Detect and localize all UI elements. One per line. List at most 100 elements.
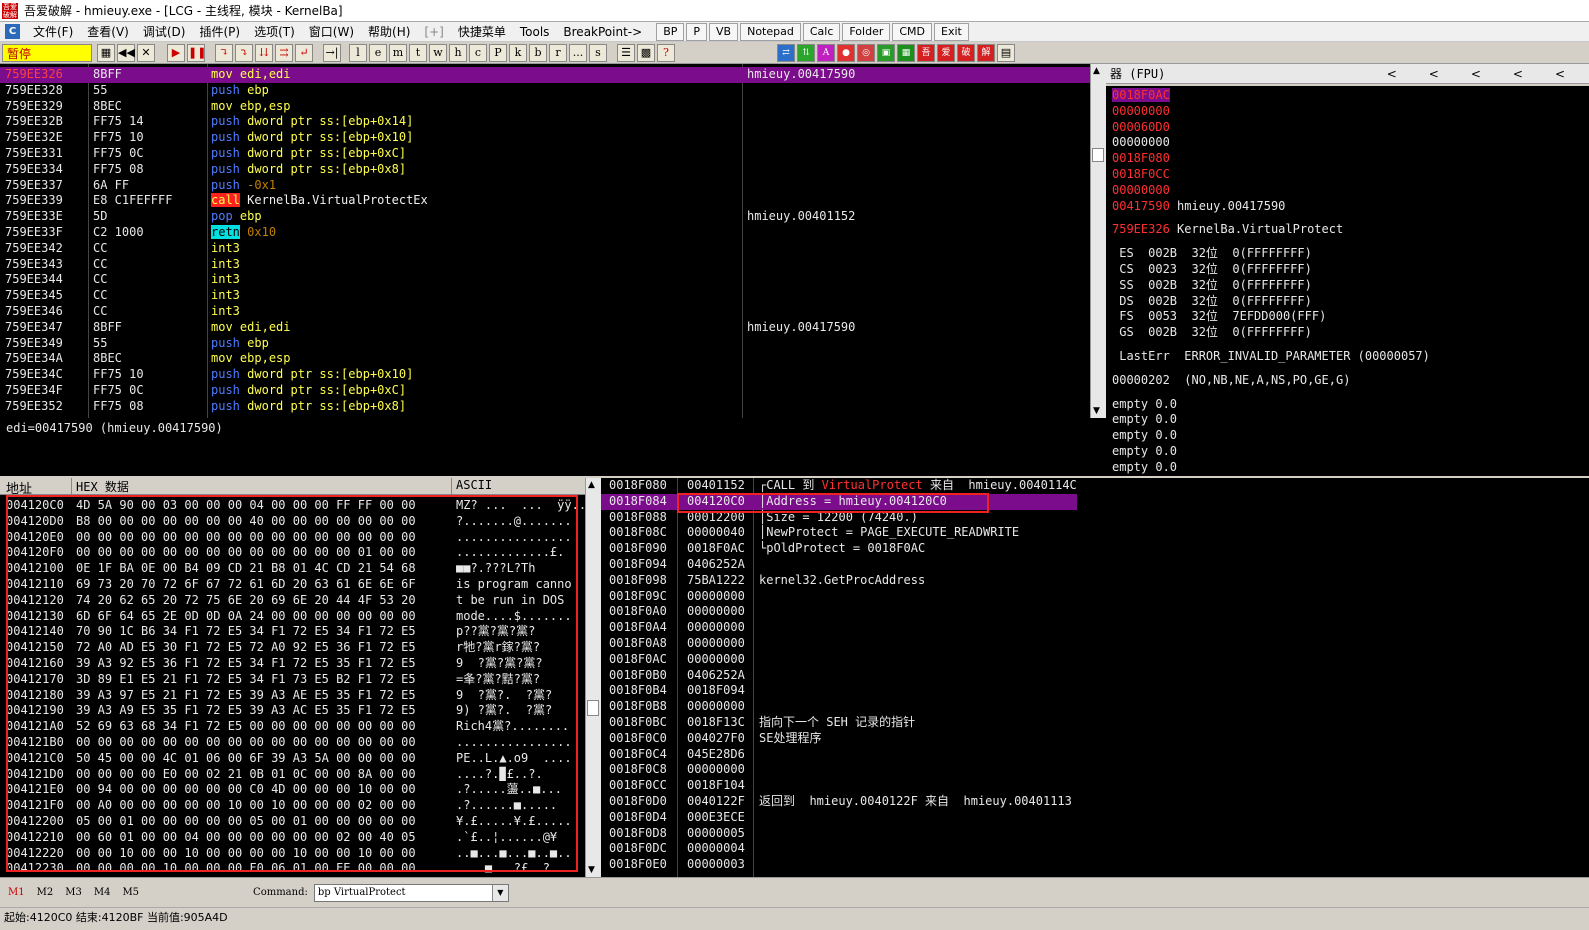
chevron-down-icon[interactable]: ▼ <box>491 884 508 901</box>
grid-icon[interactable]: ▩ <box>637 43 655 62</box>
green-grid-icon[interactable]: ▦ <box>897 43 915 62</box>
trace-over-icon[interactable]: ⇉ <box>275 43 293 62</box>
disasm-bytes[interactable]: CC <box>93 272 203 288</box>
disasm-bytes[interactable]: 8BFF <box>93 320 203 336</box>
stack-row[interactable]: 0018F0D4 000E3ECE <box>601 810 1077 826</box>
menu-item-0[interactable]: 文件(F) <box>26 23 80 40</box>
disasm-address[interactable]: 759EE329 <box>5 99 85 115</box>
disasm-address[interactable]: 759EE344 <box>5 272 85 288</box>
disasm-address[interactable]: 759EE32E <box>5 130 85 146</box>
disasm-address[interactable]: 759EE331 <box>5 146 85 162</box>
goto-icon[interactable]: →| <box>323 43 341 62</box>
disasm-bytes[interactable]: FF75 10 <box>93 367 203 383</box>
register-row[interactable]: FS 0053 32位 7EFDD000(FFF) <box>1112 309 1430 325</box>
toolbar-letter-10[interactable]: r <box>549 43 567 62</box>
dump-row[interactable]: 00412180 39 A3 97 E5 21 F1 72 E5 39 A3 AE… <box>0 688 585 704</box>
dump-row[interactable]: 00412130 6D 6F 64 65 2E 0D 0D 0A 24 00 00… <box>0 609 585 625</box>
disasm-instruction[interactable]: push dword ptr ss:[ebp+0xC] <box>211 146 741 162</box>
dump-row[interactable]: 004120F0 00 00 00 00 00 00 00 00 00 00 00… <box>0 545 585 561</box>
dump-row[interactable]: 004121B0 00 00 00 00 00 00 00 00 00 00 00… <box>0 735 585 751</box>
stack-row[interactable]: 0018F0C4 045E28D6 <box>601 747 1077 763</box>
hex-dump-panel[interactable]: 004120C0 4D 5A 90 00 03 00 00 00 04 00 00… <box>0 495 585 877</box>
scroll-thumb[interactable] <box>1092 148 1104 162</box>
disasm-bytes[interactable]: 8BEC <box>93 351 203 367</box>
dump-row[interactable]: 00412160 39 A3 92 E5 36 F1 72 E5 34 F1 72… <box>0 656 585 672</box>
stack-row[interactable]: 0018F088 00012200 │Size = 12200 (74240.) <box>601 510 1077 526</box>
scroll-down-icon[interactable]: ▼ <box>588 865 595 875</box>
stack-row[interactable]: 0018F0CC 0018F104 <box>601 778 1077 794</box>
swap-icon[interactable]: ⇄ <box>777 43 795 62</box>
register-row[interactable]: 0018F080 <box>1112 151 1430 167</box>
disasm-instruction[interactable]: int3 <box>211 304 741 320</box>
dump-row[interactable]: 004120C0 4D 5A 90 00 03 00 00 00 04 00 00… <box>0 498 585 514</box>
disasm-address[interactable]: 759EE326 <box>5 67 85 83</box>
tool-ai-icon[interactable]: 爱 <box>937 43 955 62</box>
a-icon[interactable]: A <box>817 43 835 62</box>
disasm-instruction[interactable]: call KernelBa.VirtualProtectEx <box>211 193 741 209</box>
dump-row[interactable]: 004121F0 00 A0 00 00 00 00 00 10 00 10 00… <box>0 798 585 814</box>
dump-row[interactable]: 00412150 72 A0 AD E5 30 F1 72 E5 72 A0 92… <box>0 640 585 656</box>
register-row[interactable]: GS 002B 32位 0(FFFFFFFF) <box>1112 325 1430 341</box>
updown-icon[interactable]: ⇅ <box>797 43 815 62</box>
disasm-instruction[interactable]: push dword ptr ss:[ebp+0x14] <box>211 114 741 130</box>
disasm-instruction[interactable]: push dword ptr ss:[ebp+0x8] <box>211 162 741 178</box>
stack-panel[interactable]: 0018F080 00401152 ┌CALL 到 VirtualProtect 来… <box>601 478 1589 877</box>
scroll-up-icon[interactable]: ▲ <box>588 480 595 490</box>
register-row[interactable]: 00417590 hmieuy.00417590 <box>1112 199 1430 215</box>
dump-row[interactable]: 00412110 69 73 20 70 72 6F 67 72 61 6D 20… <box>0 577 585 593</box>
scroll-left-icon[interactable]: < <box>1371 67 1413 81</box>
disasm-instruction[interactable]: push dword ptr ss:[ebp+0xC] <box>211 383 741 399</box>
toolbar-letter-1[interactable]: e <box>369 43 387 62</box>
disasm-bytes[interactable]: 8BFF <box>93 67 203 83</box>
disasm-bytes[interactable]: CC <box>93 257 203 273</box>
disasm-bytes[interactable]: E8 C1FEFFFF <box>93 193 203 209</box>
disasm-instruction[interactable]: push dword ptr ss:[ebp+0x10] <box>211 367 741 383</box>
stack-row[interactable]: 0018F090 0018F0AC └pOldProtect = 0018F0AC <box>601 541 1077 557</box>
stack-row[interactable]: 0018F09C 00000000 <box>601 589 1077 605</box>
disasm-address[interactable]: 759EE343 <box>5 257 85 273</box>
disasm-bytes[interactable]: 55 <box>93 83 203 99</box>
tool-po-icon[interactable]: 破 <box>957 43 975 62</box>
menu-button-p[interactable]: P <box>686 22 708 41</box>
disasm-instruction[interactable]: mov edi,edi <box>211 320 741 336</box>
stack-row[interactable]: 0018F0B0 0406252A <box>601 668 1077 684</box>
disasm-address[interactable]: 759EE33E <box>5 209 85 225</box>
disasm-bytes[interactable]: CC <box>93 288 203 304</box>
restart-icon[interactable]: ◀◀ <box>117 43 135 62</box>
disasm-instruction[interactable]: int3 <box>211 257 741 273</box>
toolbar-letter-2[interactable]: m <box>389 43 407 62</box>
register-row[interactable]: 00000000 <box>1112 135 1430 151</box>
memory-tab-m4[interactable]: M4 <box>90 887 119 898</box>
toolbar-letter-6[interactable]: c <box>469 43 487 62</box>
stack-row[interactable]: 0018F0C0 004027F0 SE处理程序 <box>601 731 1077 747</box>
green-square-icon[interactable]: ▣ <box>877 43 895 62</box>
register-row[interactable]: 000060D0 <box>1112 120 1430 136</box>
step-into-icon[interactable]: ↴ <box>215 43 233 62</box>
disasm-instruction[interactable]: int3 <box>211 272 741 288</box>
tool-jie-icon[interactable]: 解 <box>977 43 995 62</box>
dump-row[interactable]: 00412210 00 60 01 00 00 04 00 00 00 00 00… <box>0 830 585 846</box>
trace-into-icon[interactable]: ⇊ <box>255 43 273 62</box>
disassembly-panel[interactable]: 759EE326 759EE328 759EE329 759EE32B 759EE32E… <box>0 64 1090 418</box>
disasm-instruction[interactable]: int3 <box>211 288 741 304</box>
disasm-address[interactable]: 759EE34A <box>5 351 85 367</box>
disasm-instruction[interactable]: mov edi,edi <box>211 67 741 83</box>
stack-row[interactable]: 0018F084 004120C0 │Address = hmieuy.004120… <box>601 493 1077 510</box>
stack-row[interactable]: 0018F0E0 00000003 <box>601 857 1077 873</box>
disasm-instruction[interactable]: retn 0x10 <box>211 224 741 241</box>
menu-item-9[interactable]: Tools <box>513 25 557 39</box>
disasm-bytes[interactable]: C2 1000 <box>93 225 203 241</box>
dump-row[interactable]: 00412190 39 A3 A9 E5 35 F1 72 E5 39 A3 AC… <box>0 703 585 719</box>
stack-row[interactable]: 0018F080 00401152 ┌CALL 到 VirtualProtect 来… <box>601 478 1077 494</box>
disasm-address[interactable]: 759EE347 <box>5 320 85 336</box>
scroll-left-icon[interactable]: < <box>1413 67 1455 81</box>
scroll-up-icon[interactable]: ▲ <box>1093 66 1100 76</box>
register-row[interactable] <box>1112 238 1430 246</box>
dump-row[interactable]: 004121A0 52 69 63 68 34 F1 72 E5 00 00 00… <box>0 719 585 735</box>
stack-row[interactable]: 0018F0D0 0040122F 返回到 hmieuy.0040122F 来自 h… <box>601 794 1077 810</box>
register-row[interactable]: LastErr ERROR_INVALID_PARAMETER (0000005… <box>1112 349 1430 365</box>
dump-scrollbar[interactable]: ▲ ▼ <box>585 478 601 877</box>
menu-item-1[interactable]: 查看(V) <box>80 23 136 40</box>
stack-row[interactable]: 0018F0D8 00000005 <box>601 826 1077 842</box>
disasm-bytes[interactable]: 6A FF <box>93 178 203 194</box>
